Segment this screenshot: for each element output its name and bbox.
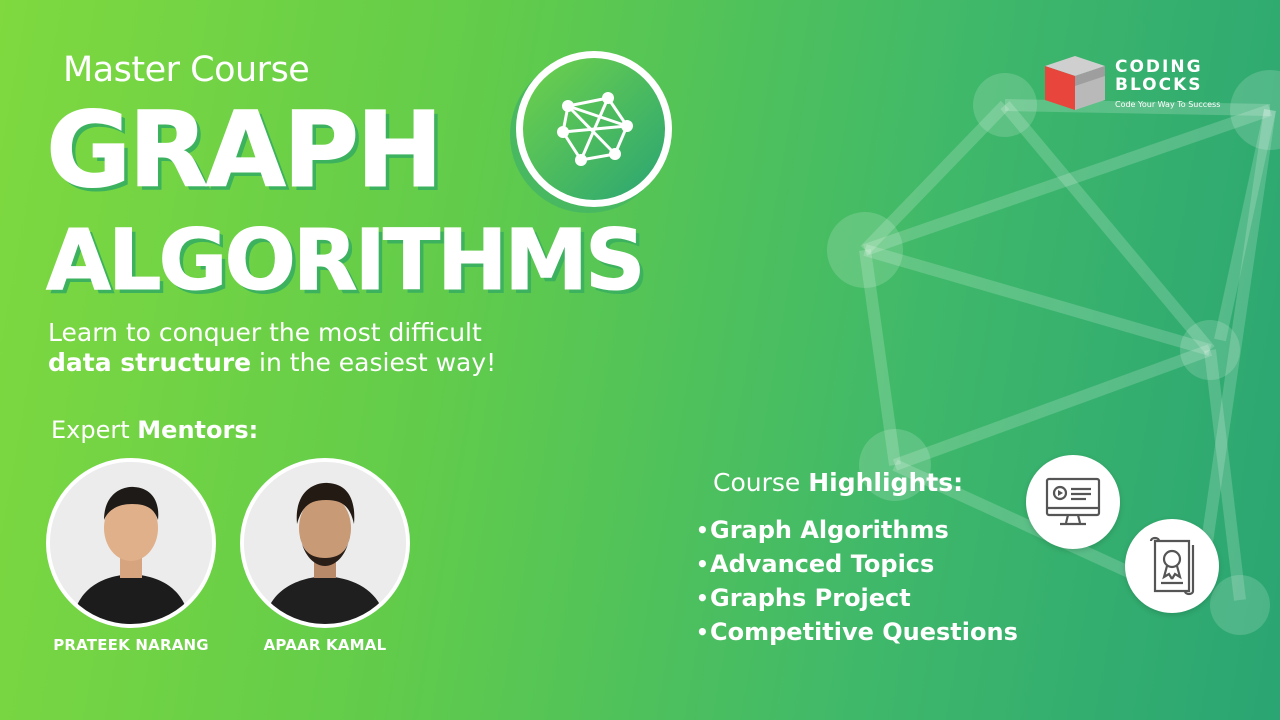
brand-tagline: Code Your Way To Success [1115,100,1221,109]
mentors-heading-bold: Mentors: [137,416,259,444]
course-tagline: Learn to conquer the most difficult data… [48,318,496,378]
brand-name-line-1: CODING [1115,57,1203,77]
highlights-heading-plain: Course [713,468,809,497]
highlights-heading-bold: Highlights: [808,468,964,497]
course-title-line-1: GRAPH [45,89,443,211]
graph-network-icon [557,92,633,166]
mentor-name-2: APAAR KAMAL [263,636,387,654]
cube-logo-icon [1045,56,1105,110]
person-photo-icon [50,462,212,624]
tagline-end: in the easiest way! [251,348,497,377]
highlight-item: •Graphs Project [696,581,1018,615]
course-subtitle: Master Course [63,50,310,90]
tagline-line-1: Learn to conquer the most difficult [48,318,482,347]
course-title-line-2: ALGORITHMS [46,211,647,309]
tagline-line-2: data structure in the easiest way! [48,348,496,378]
bullet-icon: • [696,620,709,644]
certificate-feature-badge [1125,519,1219,613]
brand-name-line-2: BLOCKS [1115,75,1203,95]
video-feature-badge [1026,455,1120,549]
graph-logo-inner [523,58,665,200]
tagline-highlight: data structure [48,348,252,377]
person-photo-icon [244,462,406,624]
coding-blocks-logo: CODING BLOCKS Code Your Way To Success [1043,54,1233,114]
highlight-label: Competitive Questions [710,618,1018,646]
brand-name: CODING BLOCKS [1115,58,1203,94]
mentors-heading: Expert Mentors: [51,416,258,444]
video-monitor-icon [1045,477,1101,526]
mentor-card-1: PRATEEK NARANG [43,458,219,654]
mentor-name-1: PRATEEK NARANG [53,636,209,654]
course-banner: Master Course GRAPH ALGORITHMS Learn to … [0,0,1280,720]
highlight-label: Graph Algorithms [710,516,949,544]
bullet-icon: • [696,586,709,610]
mentors-heading-plain: Expert [51,416,138,444]
certificate-icon [1149,536,1195,596]
bullet-icon: • [696,552,709,576]
highlight-item: •Competitive Questions [696,615,1018,649]
highlight-label: Graphs Project [710,584,911,612]
highlight-label: Advanced Topics [710,550,935,578]
bullet-icon: • [696,518,709,542]
graph-logo-badge [516,51,672,207]
highlights-heading: Course Highlights: [713,468,963,497]
mentor-avatar-2 [240,458,410,628]
highlight-item: •Advanced Topics [696,547,1018,581]
highlight-item: •Graph Algorithms [696,513,1018,547]
mentor-card-2: APAAR KAMAL [237,458,413,654]
highlights-list: •Graph Algorithms •Advanced Topics •Grap… [696,513,1018,649]
mentor-avatar-1 [46,458,216,628]
